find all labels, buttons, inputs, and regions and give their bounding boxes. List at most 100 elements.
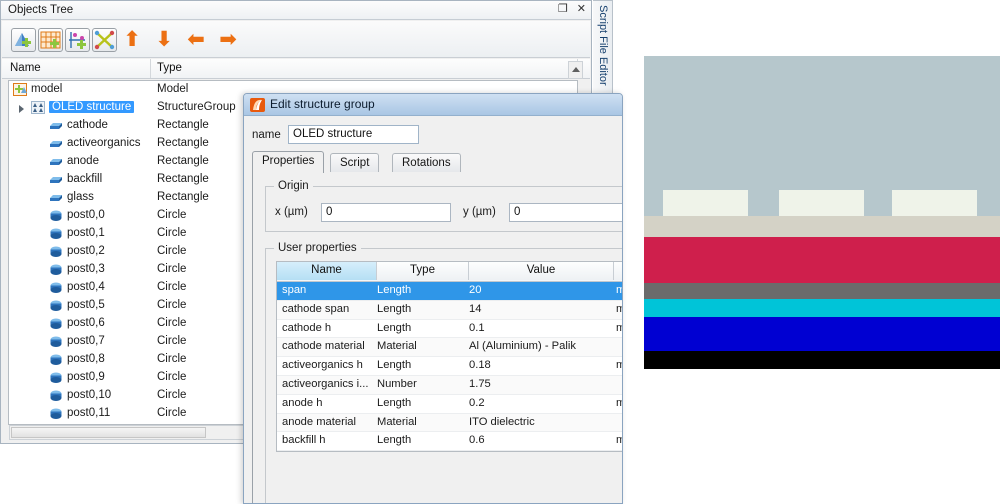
circle-icon [49,407,63,420]
restore-icon[interactable]: ❐ [558,3,568,16]
user-property-type: Length [377,284,467,296]
user-property-type: Material [377,340,467,352]
layer-cathode [644,317,1000,351]
rectangle-icon [49,155,63,168]
user-property-row[interactable]: anode hLength0.2m [277,395,623,414]
user-property-type: Length [377,434,467,446]
origin-y-input[interactable]: 0 [509,203,623,222]
column-header-name[interactable]: Name [10,62,41,74]
circle-icon [49,353,63,366]
circle-icon [49,371,63,384]
name-label: name [252,129,281,141]
tree-row-type: Circle [157,389,186,401]
move-up-button[interactable]: ⬆ [121,29,143,51]
tree-row-type: Rectangle [157,137,209,149]
tree-row-type: Circle [157,263,186,275]
origin-x-label: x (µm) [275,206,308,218]
origin-y-label: y (µm) [463,206,496,218]
user-property-row[interactable]: backfill hLength0.6m [277,432,623,451]
tab-properties[interactable]: Properties [252,151,324,173]
add-structure-button[interactable] [11,28,36,52]
rectangle-icon [49,191,63,204]
objects-tree-title-bar: Objects Tree ❐ ✕ [1,1,591,20]
add-mesh-button[interactable] [38,28,63,52]
dialog-body: name OLED structure Properties Script Ro… [244,116,622,503]
column-header-type[interactable]: Type [157,62,182,74]
tree-row-name: post0,0 [67,209,105,221]
circle-icon [49,317,63,330]
user-property-unit: m [616,322,623,334]
group-icon [31,101,45,114]
edit-structure-group-dialog: Edit structure group name OLED structure… [243,93,623,504]
layer-cathode-interlayer [644,299,1000,317]
tree-row-name: model [31,83,62,95]
circle-icon [49,389,63,402]
user-property-row[interactable]: cathode hLength0.1m [277,320,623,339]
circle-icon [49,263,63,276]
up-column-type[interactable]: Type [377,262,469,280]
user-property-row[interactable]: spanLength20m [277,282,623,301]
user-property-row[interactable]: cathode materialMaterialAl (Aluminium) -… [277,338,623,357]
script-file-editor-label: Script File Editor [593,1,609,86]
user-property-type: Length [377,322,467,334]
user-property-value: 0.18 [469,359,609,371]
user-property-type: Material [377,416,467,428]
tree-row-type: Circle [157,281,186,293]
tree-row-name: post0,8 [67,353,105,365]
user-property-value: 20 [469,284,609,296]
tree-row-type: Rectangle [157,173,209,185]
tab-rotations[interactable]: Rotations [392,153,461,173]
name-input[interactable]: OLED structure [288,125,419,144]
tree-row-type: Circle [157,371,186,383]
up-column-unit[interactable] [614,262,623,280]
user-properties-table[interactable]: Name Type Value spanLength20mcathode spa… [276,261,623,452]
tree-row-type: Circle [157,317,186,329]
user-property-name: cathode material [282,340,377,352]
tree-row-type: Circle [157,407,186,419]
add-analysis-button[interactable] [92,28,117,52]
tree-row-type: Circle [157,227,186,239]
panel-title-buttons: ❐ ✕ [558,3,586,16]
move-down-button[interactable]: ⬇ [153,29,175,51]
scrollbar-thumb[interactable] [11,427,206,438]
tree-row-name: glass [67,191,94,203]
user-property-row[interactable]: activeorganics hLength0.18m [277,357,623,376]
user-property-row[interactable]: activeorganics i...Number1.75 [277,376,623,395]
user-property-name: cathode span [282,303,377,315]
model-icon [13,83,27,96]
up-column-name[interactable]: Name [277,262,377,280]
move-right-button[interactable]: ➡ [217,29,239,51]
tree-row-type: Circle [157,299,186,311]
scroll-up-icon [572,67,580,72]
up-column-value[interactable]: Value [469,262,614,280]
tab-script[interactable]: Script [330,153,379,173]
origin-x-input[interactable]: 0 [321,203,451,222]
post-scatter-0 [663,190,748,216]
add-monitor-button[interactable] [65,28,90,52]
user-property-type: Number [377,378,467,390]
rectangle-icon [49,119,63,132]
user-property-value: Al (Aluminium) - Palik [469,340,609,352]
tree-vertical-scrollbar-up[interactable] [568,61,583,79]
user-property-name: activeorganics i... [282,378,377,390]
tree-row-name: post0,11 [67,407,110,419]
circle-icon [49,245,63,258]
move-left-button[interactable]: ⬅ [185,29,207,51]
user-property-row[interactable]: cathode spanLength14m [277,301,623,320]
circle-icon [49,209,63,222]
tree-row-type: Circle [157,245,186,257]
expand-collapse-icon[interactable] [19,105,24,113]
user-property-unit: m [616,284,623,296]
tree-row-type: Circle [157,335,186,347]
tree-row-type: Circle [157,353,186,365]
layer-activeorganics [644,283,1000,299]
user-properties-header: Name Type Value [277,262,623,282]
user-property-row[interactable]: anode materialMaterialITO dielectric [277,414,623,433]
tree-row-name: backfill [67,173,102,185]
tree-row-name: post0,3 [67,263,105,275]
circle-icon [49,227,63,240]
tree-row-name: post0,6 [67,317,105,329]
tree-row-type: Rectangle [157,155,209,167]
close-icon[interactable]: ✕ [577,3,586,16]
user-property-type: Length [377,303,467,315]
